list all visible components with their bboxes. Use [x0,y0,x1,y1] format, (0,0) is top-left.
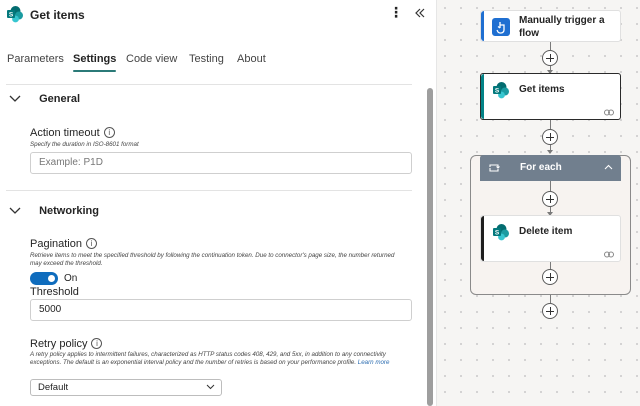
trigger-icon [492,18,510,36]
action-timeout-input[interactable]: Example: P1D [30,152,412,174]
action-timeout-hint: Specify the duration in ISO-8601 format [30,141,139,148]
retry-policy-label: Retry policy i [30,338,103,350]
get-items-card[interactable]: S Get items [480,73,621,120]
panel-scrollbar[interactable] [427,88,433,406]
panel-header: S Get items ⋮ [0,0,436,30]
trigger-card[interactable]: Manually trigger a flow [480,10,621,42]
connector-line [550,42,551,50]
section-general-title: General [39,93,81,106]
link-icon [604,251,614,258]
panel-title: Get items [30,8,85,22]
delete-item-label: Delete item [519,226,573,237]
sharepoint-icon: S [7,6,23,23]
card-accent-bar [481,216,484,261]
action-timeout-label: Action timeout i [30,127,115,139]
plus-icon[interactable] [542,191,558,207]
for-each-header[interactable]: For each [480,155,621,181]
card-accent-bar [481,11,484,41]
pagination-toggle[interactable] [30,272,58,285]
connector-line [550,181,551,191]
divider [6,190,412,191]
connector-line [550,295,551,303]
tab-parameters[interactable]: Parameters [7,50,64,72]
link-icon [604,109,614,116]
connector-line [550,262,551,269]
tab-code-view[interactable]: Code view [126,50,177,72]
threshold-label: Threshold [30,286,79,298]
arrow-icon [547,150,553,154]
svg-text:S: S [495,230,500,237]
plus-icon[interactable] [542,50,558,66]
loop-icon [489,164,500,172]
delete-item-card[interactable]: S Delete item [480,215,621,262]
tab-about[interactable]: About [237,50,266,72]
retry-policy-hint: A retry policy applies to intermittent f… [30,351,390,366]
for-each-label: For each [520,162,562,173]
pagination-hint: Retrieve items to meet the specified thr… [30,252,395,267]
retry-policy-select[interactable]: Default [30,379,222,396]
learn-more-link[interactable]: Learn more [358,359,390,366]
chevron-down-icon [9,95,21,103]
svg-text:S: S [9,12,14,19]
divider [6,84,412,85]
section-networking-title: Networking [39,205,99,218]
pagination-label: Pagination i [30,238,97,250]
section-networking-header[interactable]: Networking [8,203,99,219]
action-details-panel: S Get items ⋮ Parameters Settings Code v… [0,0,437,406]
trigger-label: Manually trigger a flow [519,15,605,39]
get-items-label: Get items [519,84,565,95]
plus-icon[interactable] [542,269,558,285]
info-icon[interactable]: i [103,127,115,138]
plus-icon[interactable] [542,303,558,319]
tab-testing[interactable]: Testing [189,50,224,72]
threshold-input[interactable]: 5000 [30,299,412,321]
info-icon[interactable]: i [91,338,103,349]
sharepoint-icon: S [493,82,509,99]
svg-text:S: S [495,88,500,95]
tab-settings[interactable]: Settings [73,50,117,72]
connector-line [550,120,551,129]
chevron-up-icon[interactable] [604,164,613,170]
chevron-down-icon [206,384,215,390]
section-general-header[interactable]: General [8,91,80,107]
sharepoint-icon: S [493,224,509,241]
info-icon[interactable]: i [86,238,97,249]
pagination-toggle-label: On [64,273,78,284]
more-icon[interactable]: ⋮ [389,4,403,21]
plus-icon[interactable] [542,129,558,145]
chevron-down-icon [9,207,21,215]
collapse-panel-icon[interactable] [413,6,427,20]
panel-tabs: Parameters Settings Code view Testing Ab… [0,50,436,72]
card-accent-bar [481,74,484,119]
